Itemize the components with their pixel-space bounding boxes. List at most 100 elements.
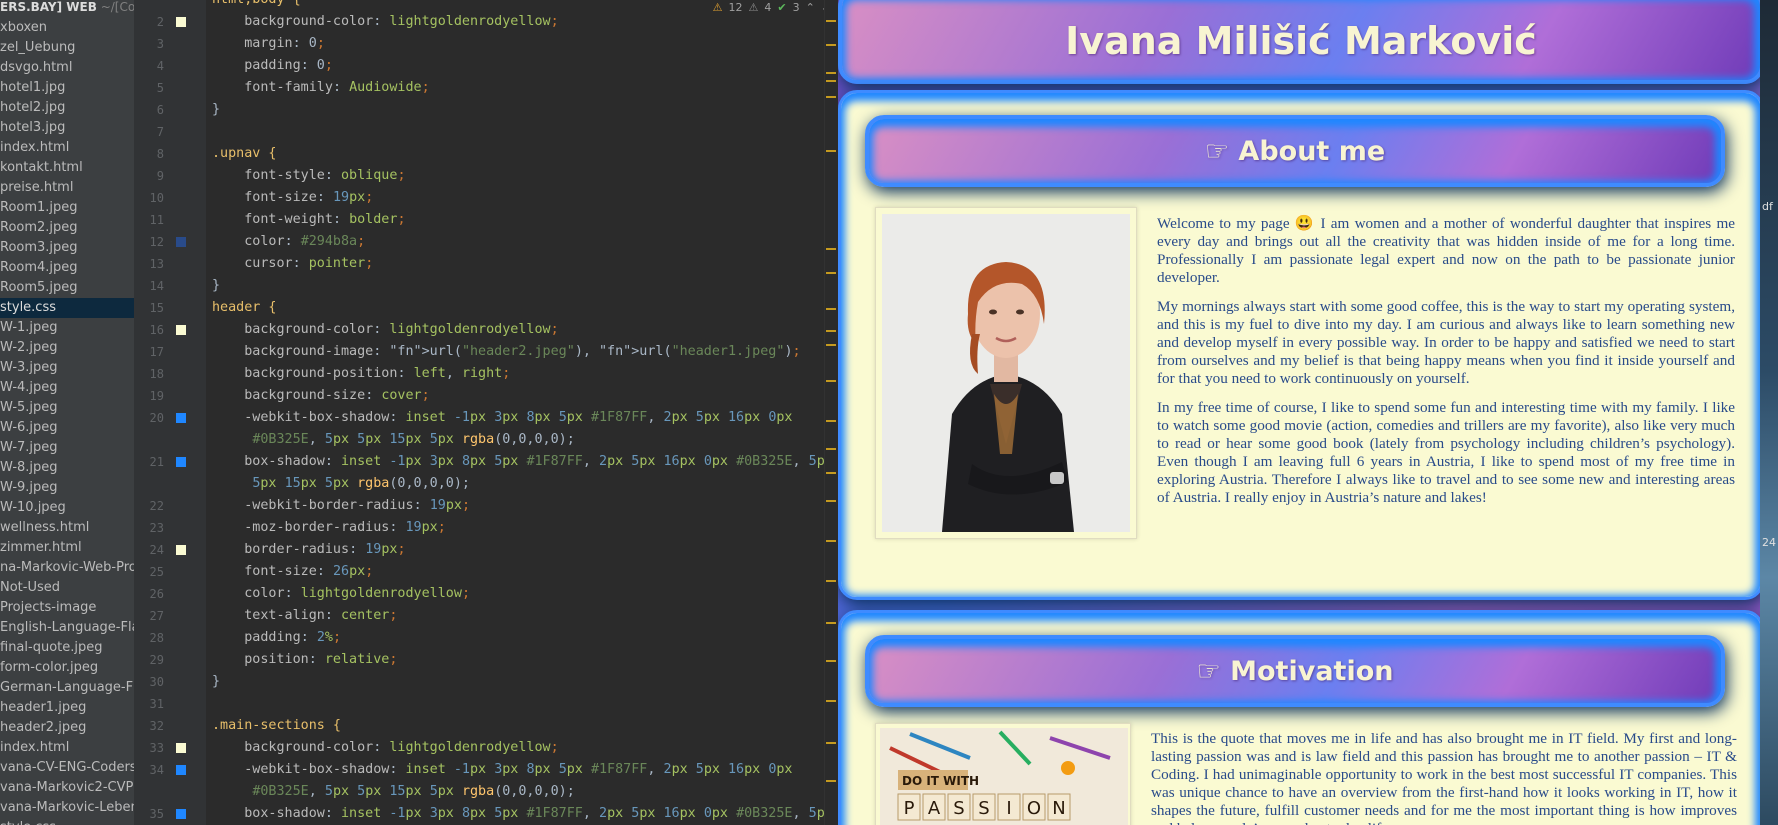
code-line[interactable]: -webkit-box-shadow: inset -1px 3px 8px 5… [212,407,792,429]
color-swatch-icon[interactable] [176,457,186,467]
file-tree-item[interactable]: index.html [0,738,134,758]
css-editor[interactable]: 2 3 4 5 6 7 8 9 10 11 12 13 14 15 16 17 18 19 20 21 22 23 24 25… [134,0,838,825]
scroll-marker[interactable] [826,20,836,22]
file-tree-item[interactable]: xboxen [0,18,134,38]
scroll-marker[interactable] [826,150,836,152]
file-tree-item[interactable]: Room2.jpeg [0,218,134,238]
code-line[interactable]: .main-sections { [212,715,341,737]
code-line[interactable]: color: #294b8a; [212,231,365,253]
file-tree-item[interactable]: W-4.jpeg [0,378,134,398]
code-line[interactable]: } [212,275,220,297]
code-line[interactable]: #0B325E, 5px 5px 15px 5px rgba(0,0,0,0); [212,429,575,451]
code-line[interactable]: padding: 2%; [212,627,341,649]
code-line[interactable]: padding: 0; [212,55,333,77]
inspection-status[interactable]: ⚠12 ⚠4 ✔3 ⌃ ⌄ [708,0,830,14]
file-tree-item[interactable]: W-7.jpeg [0,438,134,458]
file-tree-item[interactable]: Room3.jpeg [0,238,134,258]
file-tree-item[interactable]: header2.jpeg [0,718,134,738]
code-line[interactable]: background-size: cover; [212,385,429,407]
code-line[interactable]: background-image: "fn">url("header2.jpeg… [212,341,800,363]
code-line[interactable]: header { [212,297,277,319]
scroll-marker[interactable] [826,72,836,74]
scroll-marker[interactable] [826,80,836,82]
file-tree-item[interactable]: kontakt.html [0,158,134,178]
scroll-marker[interactable] [826,660,836,662]
color-swatch-icon[interactable] [176,765,186,775]
code-line[interactable]: html,body { [212,0,301,11]
file-tree-item[interactable]: W-1.jpeg [0,318,134,338]
code-line[interactable]: #0B325E, 5px 5px 15px 5px rgba(0,0,0,0); [212,781,575,803]
code-line[interactable]: background-color: lightgoldenrodyellow; [212,319,558,341]
code-line[interactable]: background-color: lightgoldenrodyellow; [212,11,558,33]
chevron-up-icon[interactable]: ⌃ [806,1,815,14]
color-swatch-icon[interactable] [176,237,186,247]
code-line[interactable]: color: lightgoldenrodyellow; [212,583,470,605]
scroll-marker[interactable] [826,380,836,382]
file-tree-item[interactable]: na-Markovic-Web-Proj [0,558,134,578]
file-tree-item[interactable]: English-Language-Flag [0,618,134,638]
code-line[interactable]: border-radius: 19px; [212,539,405,561]
code-line[interactable]: font-size: 19px; [212,187,373,209]
code-line[interactable]: background-color: lightgoldenrodyellow; [212,737,558,759]
file-tree-item[interactable]: Not-Used [0,578,134,598]
file-tree-item[interactable]: Room5.jpeg [0,278,134,298]
scroll-marker[interactable] [826,700,836,702]
color-swatch-icon[interactable] [176,743,186,753]
code-line[interactable]: background-position: left, right; [212,363,510,385]
code-line[interactable]: 5px 15px 5px rgba(0,0,0,0); [212,473,470,495]
file-tree-item[interactable]: hotel1.jpg [0,78,134,98]
file-tree-item[interactable]: index.html [0,138,134,158]
code-line[interactable]: font-weight: bolder; [212,209,405,231]
code-line[interactable]: box-shadow: inset -1px 3px 8px 5px #1F87… [212,803,833,825]
file-tree-item[interactable]: zel_Uebung [0,38,134,58]
file-tree-item[interactable]: W-6.jpeg [0,418,134,438]
scroll-marker[interactable] [826,500,836,502]
editor-scrollbar[interactable] [824,0,838,825]
file-tree-item[interactable]: German-Language-Fla [0,678,134,698]
code-line[interactable]: box-shadow: inset -1px 3px 8px 5px #1F87… [212,451,833,473]
file-tree-item[interactable]: style.css [0,298,134,318]
file-tree-item[interactable]: preise.html [0,178,134,198]
code-line[interactable]: } [212,671,220,693]
file-tree-item[interactable]: Room4.jpeg [0,258,134,278]
file-tree-item[interactable]: zimmer.html [0,538,134,558]
file-tree-item[interactable]: W-5.jpeg [0,398,134,418]
code-line[interactable]: position: relative; [212,649,397,671]
scroll-marker[interactable] [826,420,836,422]
file-tree-item[interactable]: Room1.jpeg [0,198,134,218]
code-line[interactable]: -webkit-box-shadow: inset -1px 3px 8px 5… [212,759,792,781]
scroll-marker[interactable] [826,308,836,310]
code-line[interactable]: -moz-border-radius: 19px; [212,517,446,539]
file-tree-item[interactable]: W-8.jpeg [0,458,134,478]
file-tree-item[interactable]: final-quote.jpeg [0,638,134,658]
browser-preview[interactable]: Ivana Milišić Marković ☞ About me Welcom… [838,0,1778,825]
code-line[interactable]: font-style: oblique; [212,165,405,187]
scroll-marker[interactable] [826,622,836,624]
scroll-marker[interactable] [826,540,836,542]
scroll-marker[interactable] [826,272,836,274]
scroll-marker[interactable] [826,780,836,782]
color-swatch-icon[interactable] [176,17,186,27]
scroll-marker[interactable] [826,448,836,450]
code-line[interactable]: margin: 0; [212,33,325,55]
file-tree-item[interactable]: vana-CV-ENG-Coders [0,758,134,778]
scroll-marker[interactable] [826,248,836,250]
file-tree-item[interactable]: wellness.html [0,518,134,538]
file-tree-item[interactable]: style.css [0,818,134,825]
file-tree-item[interactable]: vana-Markovic2-CVPic [0,778,134,798]
code-line[interactable]: font-size: 26px; [212,561,373,583]
scroll-marker[interactable] [826,330,836,332]
color-swatch-icon[interactable] [176,809,186,819]
code-line[interactable]: } [212,99,220,121]
scroll-marker[interactable] [826,472,836,474]
scroll-marker[interactable] [826,742,836,744]
file-tree-item[interactable]: form-color.jpeg [0,658,134,678]
file-tree-item[interactable]: W-3.jpeg [0,358,134,378]
file-tree-item[interactable]: header1.jpeg [0,698,134,718]
file-tree-item[interactable]: hotel2.jpg [0,98,134,118]
file-tree-item[interactable]: W-10.jpeg [0,498,134,518]
project-root-header[interactable]: ERS.BAY] WEB ~/[Co [0,0,134,18]
code-line[interactable]: cursor: pointer; [212,253,373,275]
file-tree-item[interactable]: W-2.jpeg [0,338,134,358]
scroll-marker[interactable] [826,44,836,46]
